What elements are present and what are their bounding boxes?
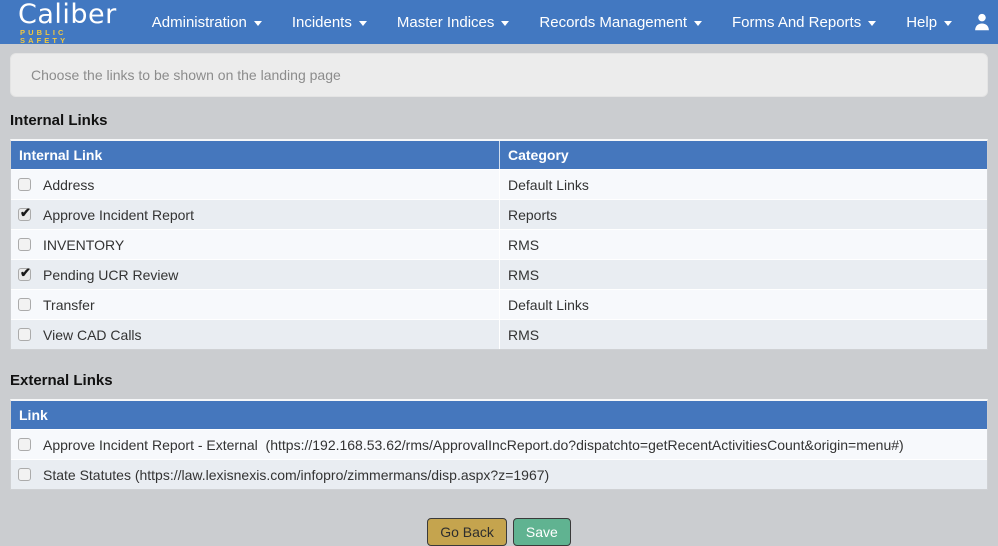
link-label: Transfer	[43, 297, 95, 313]
row-checkbox[interactable]	[18, 268, 31, 281]
category-cell: Default Links	[499, 290, 987, 319]
link-cell: Approve Incident Report	[11, 200, 499, 229]
link-cell: View CAD Calls	[11, 320, 499, 349]
row-checkbox[interactable]	[18, 208, 31, 221]
table-row: State Statutes (https://law.lexisnexis.c…	[11, 459, 987, 489]
external-links-heading: External Links	[10, 372, 988, 389]
link-cell: Transfer	[11, 290, 499, 319]
go-back-button[interactable]: Go Back	[427, 518, 507, 546]
menu-item[interactable]: Records Management	[524, 0, 717, 44]
column-header-internal-link: Internal Link	[11, 141, 499, 169]
chevron-down-icon	[694, 21, 702, 26]
link-label: Address	[43, 177, 94, 193]
row-checkbox[interactable]	[18, 178, 31, 191]
table-row: Transfer Default Links	[11, 289, 987, 319]
column-header-category: Category	[499, 141, 987, 169]
menu-item-label: Master Indices	[397, 14, 495, 31]
link-cell: State Statutes (https://law.lexisnexis.c…	[11, 460, 987, 489]
external-links-table: Link Approve Incident Report - External …	[10, 399, 988, 490]
table-row: Address Default Links	[11, 169, 987, 199]
logo-title: Caliber	[18, 1, 117, 28]
external-table-header: Link	[11, 401, 987, 429]
row-checkbox[interactable]	[18, 438, 31, 451]
category-cell: Reports	[499, 200, 987, 229]
link-cell: Approve Incident Report - External (http…	[11, 430, 987, 459]
main-menu: Administration Incidents Master Indices …	[137, 0, 967, 44]
menu-item[interactable]: Administration	[137, 0, 277, 44]
chevron-down-icon	[944, 21, 952, 26]
chevron-down-icon	[254, 21, 262, 26]
menu-item[interactable]: Incidents	[277, 0, 382, 44]
link-label: Approve Incident Report - External (http…	[43, 437, 904, 453]
menu-item[interactable]: Forms And Reports	[717, 0, 891, 44]
navbar-right: 113 / 0	[967, 9, 998, 36]
menu-item-label: Administration	[152, 14, 247, 31]
chevron-down-icon	[359, 21, 367, 26]
link-label: View CAD Calls	[43, 327, 142, 343]
internal-table-body: Address Default Links Approve Incident R…	[11, 169, 987, 349]
info-message-text: Choose the links to be shown on the land…	[31, 67, 341, 83]
row-checkbox[interactable]	[18, 298, 31, 311]
link-label: Pending UCR Review	[43, 267, 178, 283]
table-row: Pending UCR Review RMS	[11, 259, 987, 289]
info-message-panel: Choose the links to be shown on the land…	[10, 53, 988, 97]
link-cell: Address	[11, 170, 499, 199]
row-checkbox[interactable]	[18, 468, 31, 481]
category-cell: Default Links	[499, 170, 987, 199]
category-cell: RMS	[499, 230, 987, 259]
column-header-link: Link	[11, 401, 987, 429]
link-label: State Statutes (https://law.lexisnexis.c…	[43, 467, 549, 483]
internal-links-table: Internal Link Category Address Default L…	[10, 139, 988, 350]
link-cell: Pending UCR Review	[11, 260, 499, 289]
row-checkbox[interactable]	[18, 328, 31, 341]
category-cell: RMS	[499, 260, 987, 289]
external-table-body: Approve Incident Report - External (http…	[11, 429, 987, 489]
table-row: Approve Incident Report - External (http…	[11, 429, 987, 459]
logo-subtitle: PUBLIC SAFETY	[20, 29, 117, 44]
menu-item[interactable]: Master Indices	[382, 0, 525, 44]
row-checkbox[interactable]	[18, 238, 31, 251]
chevron-down-icon	[501, 21, 509, 26]
chevron-down-icon	[868, 21, 876, 26]
user-icon	[971, 11, 993, 33]
save-button[interactable]: Save	[513, 518, 571, 546]
link-label: INVENTORY	[43, 237, 124, 253]
menu-item-label: Help	[906, 14, 937, 31]
table-row: INVENTORY RMS	[11, 229, 987, 259]
menu-item-label: Incidents	[292, 14, 352, 31]
top-navbar: Caliber PUBLIC SAFETY Administration Inc…	[0, 0, 998, 44]
button-bar: Go Back Save	[0, 518, 998, 546]
menu-item[interactable]: Help	[891, 0, 967, 44]
menu-item-label: Forms And Reports	[732, 14, 861, 31]
user-menu[interactable]	[967, 9, 998, 35]
link-cell: INVENTORY	[11, 230, 499, 259]
internal-links-heading: Internal Links	[10, 112, 988, 129]
menu-item-label: Records Management	[539, 14, 687, 31]
caliber-logo: Caliber PUBLIC SAFETY	[18, 1, 117, 44]
internal-table-header: Internal Link Category	[11, 141, 987, 169]
link-label: Approve Incident Report	[43, 207, 194, 223]
table-row: Approve Incident Report Reports	[11, 199, 987, 229]
category-cell: RMS	[499, 320, 987, 349]
table-row: View CAD Calls RMS	[11, 319, 987, 349]
